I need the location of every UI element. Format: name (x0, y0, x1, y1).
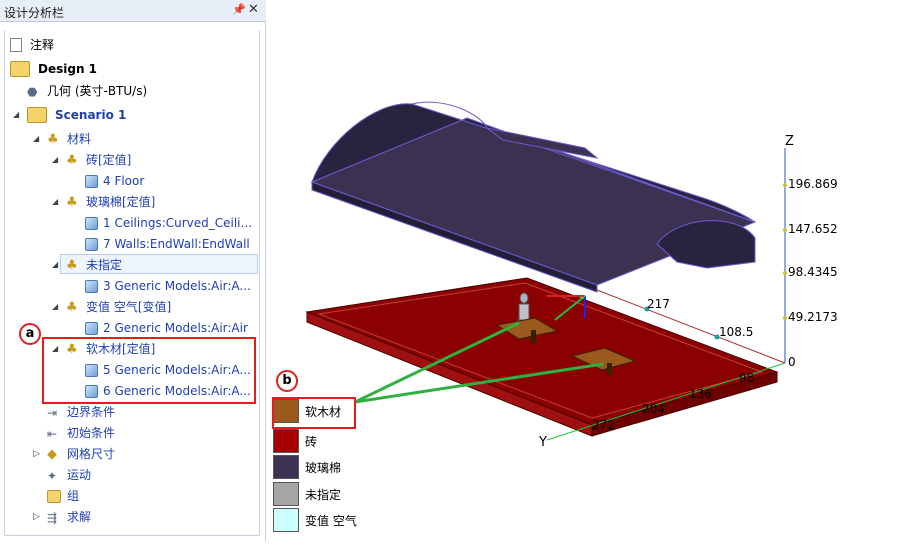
curved-roof (310, 101, 757, 293)
material-icon: ♣ (66, 300, 78, 315)
legend-swatch (273, 429, 299, 453)
y-tick: 272 (592, 418, 615, 432)
collapse-arrow-icon[interactable]: ◢ (13, 105, 25, 125)
design-folder-icon (10, 61, 30, 77)
z-tick: 0 (788, 355, 796, 369)
solve-icon: ⇶ (47, 511, 58, 525)
tree-item-label: 7 Walls:EndWall:EndWall (103, 237, 250, 251)
y-tick: 98 (739, 371, 754, 385)
boundary-icon: ⇥ (47, 406, 58, 420)
tree-item-label: 几何 (英寸-BTU/s) (47, 84, 148, 98)
x-tick: 108.5 (719, 325, 753, 339)
geometry-icon: ⬣ (27, 85, 38, 99)
material-icon: ♣ (66, 258, 78, 273)
legend-swatch (273, 482, 299, 506)
legend-item: 玻璃棉 (273, 454, 383, 480)
part-icon (85, 280, 98, 293)
legend-swatch (273, 508, 299, 532)
y-axis-label: Y (538, 435, 547, 450)
legend-item: 砖 (273, 428, 383, 454)
z-axis-label: Z (785, 134, 794, 149)
expand-arrow-icon[interactable]: ▷ (33, 444, 45, 464)
tree-item-label: 边界条件 (67, 405, 116, 419)
tree-item-label: 变值 空气[变值] (86, 300, 172, 314)
tree-item-label: 1 Ceilings:Curved_Ceili... (103, 216, 252, 230)
tree-item-label: 求解 (67, 510, 92, 524)
legend-label: 砖 (305, 435, 318, 449)
tree-item-label: 组 (67, 489, 80, 503)
part-icon (85, 322, 98, 335)
tree-item-label: 3 Generic Models:Air:A... (103, 279, 251, 293)
tree-item-label: 运动 (67, 468, 92, 482)
tree-item-label: Scenario 1 (55, 108, 127, 122)
z-tick: 98.4345 (788, 265, 838, 279)
part-icon (85, 175, 98, 188)
scenario-folder-icon (27, 107, 47, 123)
tree-item-label: Design 1 (38, 62, 98, 76)
annotation-badge-a: a (19, 323, 41, 345)
legend-label: 未指定 (305, 488, 342, 502)
tree-item-label: 2 Generic Models:Air:Air (103, 321, 248, 335)
legend-item: 变值 空气 (273, 507, 383, 533)
annotation-badge-b: b (276, 370, 298, 392)
tree-item-label: 材料 (67, 132, 92, 146)
notes-icon (10, 38, 22, 52)
pane-title: 设计分析栏 (4, 6, 65, 20)
x-tick: 217 (647, 297, 670, 311)
collapse-arrow-icon[interactable]: ◢ (33, 129, 45, 149)
tree-item-label: 网格尺寸 (67, 447, 116, 461)
legend-label: 玻璃棉 (305, 461, 342, 475)
materials-icon: ♣ (47, 132, 59, 147)
expand-arrow-icon[interactable]: ▷ (33, 507, 45, 527)
tree-item-label: 玻璃棉[定值] (86, 195, 156, 209)
tree-item-label: 4 Floor (103, 174, 145, 188)
motion-icon: ✦ (47, 469, 58, 483)
y-tick: 136 (689, 387, 712, 401)
annotation-box-b (272, 397, 356, 429)
material-icon: ♣ (66, 195, 78, 210)
group-folder-icon (47, 490, 61, 503)
collapse-arrow-icon[interactable]: ◢ (52, 192, 64, 212)
tree-item-label: 未指定 (86, 258, 123, 272)
legend-swatch (273, 455, 299, 479)
mesh-icon: ◆ (47, 447, 57, 462)
collapse-arrow-icon[interactable]: ◢ (52, 255, 64, 275)
part-icon (85, 217, 98, 230)
tree-item-label: 初始条件 (67, 426, 116, 440)
design-analysis-pane: 设计分析栏 📌 ✕ 注释 Design 1 ⬣ 几何 (英寸-BTU/s) ◢ … (0, 0, 266, 541)
part-icon (85, 238, 98, 251)
tree-item-label: 注释 (30, 38, 55, 52)
pin-icon[interactable]: 📌 (232, 3, 246, 16)
initial-conditions-icon: ⇤ (47, 427, 58, 441)
z-tick: 147.652 (788, 222, 838, 236)
material-icon: ♣ (66, 153, 78, 168)
pane-title-bar: 设计分析栏 📌 ✕ (0, 0, 266, 22)
legend-item: 未指定 (273, 481, 383, 507)
tree-item-label: 砖[定值] (86, 153, 132, 167)
legend-label: 变值 空气 (305, 514, 357, 528)
collapse-arrow-icon[interactable]: ◢ (52, 150, 64, 170)
close-icon[interactable]: ✕ (248, 2, 259, 17)
collapse-arrow-icon[interactable]: ◢ (52, 297, 64, 317)
z-tick: 196.869 (788, 177, 838, 191)
tree-item-unassigned[interactable]: ◢ ♣ 未指定 (52, 254, 258, 274)
z-tick: 49.2173 (788, 310, 838, 324)
y-tick: 204 (642, 402, 665, 416)
annotation-box-a (42, 337, 256, 404)
